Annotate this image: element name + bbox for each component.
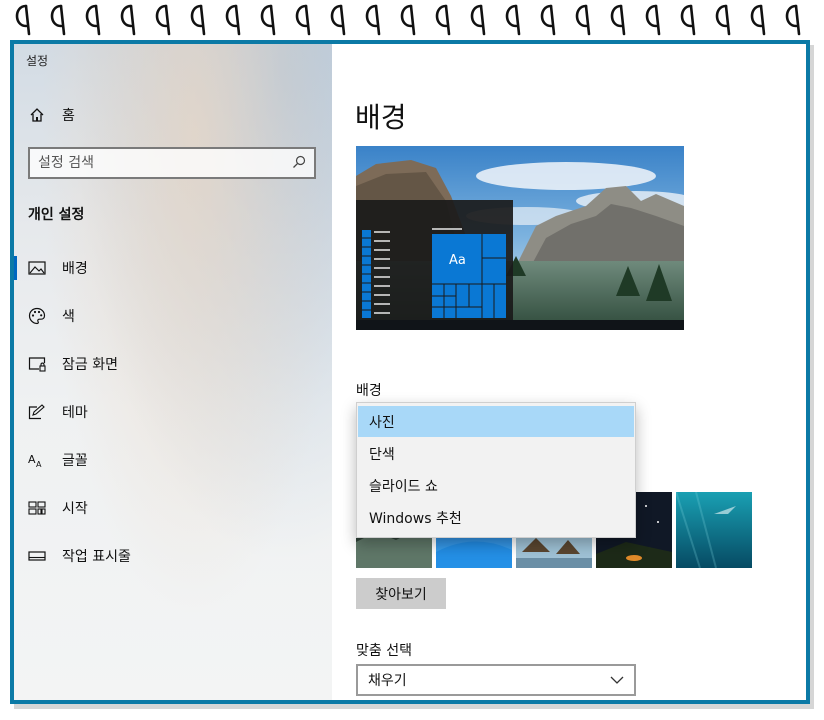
fit-label: 맞춤 선택	[356, 643, 412, 659]
background-preview: Aa	[356, 146, 684, 330]
svg-text:A: A	[28, 453, 36, 466]
page-title: 배경	[355, 101, 407, 134]
preview-sample-text: Aa	[449, 253, 466, 268]
spiral-rings	[15, 4, 801, 36]
sidebar-item-color[interactable]: 색	[14, 298, 332, 334]
palette-icon	[28, 307, 46, 325]
settings-window: 설정 홈 개인 설정 배경 색	[10, 40, 810, 704]
home-label: 홈	[62, 108, 75, 124]
sidebar-item-label: 잠금 화면	[62, 357, 118, 373]
fit-select-value: 채우기	[368, 673, 407, 689]
dropdown-option-slideshow[interactable]: 슬라이드 쇼	[358, 470, 634, 501]
fit-select[interactable]: 채우기	[356, 664, 636, 696]
svg-text:A: A	[36, 460, 42, 468]
spiral-binding	[0, 0, 824, 40]
sidebar-item-label: 작업 표시줄	[62, 549, 131, 565]
dropdown-option-solid-color[interactable]: 단색	[358, 438, 634, 469]
start-icon	[28, 499, 46, 517]
background-label: 배경	[356, 383, 382, 399]
dropdown-option-picture[interactable]: 사진	[358, 406, 634, 437]
taskbar-icon	[28, 547, 46, 565]
chevron-down-icon	[610, 672, 624, 688]
preview-landscape-image: Aa	[356, 146, 684, 330]
sidebar-item-label: 시작	[62, 501, 88, 517]
home-icon	[28, 106, 46, 124]
recent-image-5[interactable]	[676, 492, 752, 568]
browse-button[interactable]: 찾아보기	[356, 578, 446, 609]
search-box[interactable]	[28, 147, 316, 179]
lock-screen-icon	[28, 355, 46, 373]
preview-taskbar	[356, 320, 684, 330]
search-icon[interactable]	[292, 154, 306, 173]
sidebar-item-taskbar[interactable]: 작업 표시줄	[14, 538, 332, 574]
sidebar-item-background[interactable]: 배경	[14, 250, 332, 286]
sidebar-item-label: 색	[62, 309, 75, 325]
search-input[interactable]	[38, 155, 292, 171]
background-dropdown-list[interactable]: 사진 단색 슬라이드 쇼 Windows 추천	[356, 402, 636, 538]
sidebar-item-start[interactable]: 시작	[14, 490, 332, 526]
sidebar-item-label: 글꼴	[62, 453, 88, 469]
font-icon: AA	[28, 451, 46, 469]
home-link[interactable]: 홈	[28, 104, 75, 126]
sidebar: 설정 홈 개인 설정 배경 색	[14, 44, 332, 700]
theme-icon	[28, 403, 46, 421]
main-panel: 배경 Aa 배경 사진 단색 슬라이드 쇼 Windows 추천 찾아보기 맞춤…	[332, 44, 806, 700]
sidebar-item-label: 테마	[62, 405, 88, 421]
section-heading: 개인 설정	[28, 207, 85, 223]
sidebar-item-label: 배경	[62, 261, 88, 277]
sidebar-item-fonts[interactable]: AA 글꼴	[14, 442, 332, 478]
dropdown-option-windows-spotlight[interactable]: Windows 추천	[358, 502, 634, 533]
sidebar-item-lock-screen[interactable]: 잠금 화면	[14, 346, 332, 382]
sidebar-item-theme[interactable]: 테마	[14, 394, 332, 430]
picture-icon	[28, 259, 46, 277]
window-title: 설정	[26, 54, 49, 68]
